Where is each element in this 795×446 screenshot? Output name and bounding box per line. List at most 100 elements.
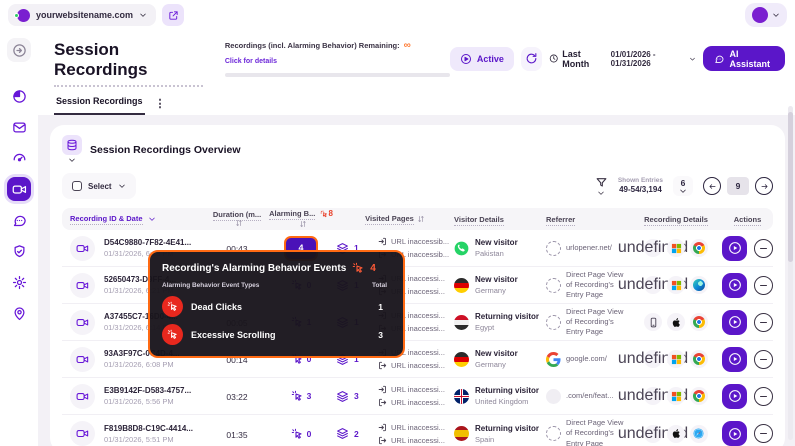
browser-icon-wrap: [690, 387, 708, 405]
account-menu[interactable]: [745, 3, 787, 27]
filter-button[interactable]: [595, 176, 608, 197]
select-toggle[interactable]: Select: [62, 173, 136, 199]
prev-page-button[interactable]: [703, 177, 721, 195]
recording-camera-icon: [70, 421, 95, 446]
exit-page-icon: [378, 398, 387, 407]
referrer-text[interactable]: urlopener.net/: [566, 243, 612, 253]
vertical-scrollbar[interactable]: [788, 106, 793, 440]
exit-page-url[interactable]: URL inaccessi...: [391, 436, 445, 445]
scrollbar-thumb[interactable]: [788, 112, 793, 262]
entry-page-url[interactable]: URL inaccessib...: [391, 237, 449, 246]
entry-page-icon: [378, 385, 387, 394]
sidebar-item-privacy[interactable]: [7, 239, 31, 263]
remove-recording-button[interactable]: [754, 350, 773, 369]
exit-page-url[interactable]: URL inaccessi...: [391, 398, 445, 407]
recording-id[interactable]: E3B9142F-D583-4757...: [104, 386, 208, 395]
sidebar-item-inbox[interactable]: [7, 115, 31, 139]
sidebar-item-behavior[interactable]: [7, 146, 31, 170]
col-recording-id[interactable]: Recording ID & Date: [70, 214, 208, 224]
col-visitor-details: Visitor Details: [454, 215, 546, 224]
alarming-event-row: Excessive Scrolling 3: [162, 324, 391, 345]
period-label: Last Month: [562, 49, 603, 69]
sidebar-item-collapse[interactable]: [7, 38, 31, 62]
table-header: Recording ID & Date Duration (m... Alarm…: [62, 208, 773, 230]
play-recording-button[interactable]: [722, 236, 747, 261]
ai-assistant-button[interactable]: AI Assistant: [703, 46, 785, 71]
entry-page-url[interactable]: URL inaccessi...: [391, 423, 445, 432]
play-recording-button[interactable]: [722, 273, 747, 298]
play-recording-button[interactable]: [722, 310, 747, 335]
app: yourwebsitename.com Session Recordings R…: [0, 0, 795, 446]
remove-recording-button[interactable]: [754, 276, 773, 295]
browser-icon-wrap: [690, 276, 708, 294]
sidebar-item-settings[interactable]: [7, 270, 31, 294]
alarming-count: 0: [307, 429, 312, 439]
safari-browser-icon: [693, 428, 705, 440]
table-view-icon[interactable]: [62, 135, 82, 155]
visitor-country: United Kingdom: [475, 397, 539, 406]
remove-recording-button[interactable]: [754, 387, 773, 406]
play-recording-button[interactable]: [722, 384, 747, 409]
kebab-menu-icon[interactable]: ⋮: [155, 97, 166, 115]
referrer-text[interactable]: Direct Page View of Recording's Entry Pa…: [566, 307, 630, 337]
sidebar-item-feedback[interactable]: [7, 208, 31, 232]
recording-camera-icon: [70, 273, 95, 298]
tab-session-recordings[interactable]: Session Recordings: [54, 96, 145, 115]
col-duration[interactable]: Duration (m...: [208, 210, 266, 229]
windows-os-icon: [667, 350, 685, 368]
referrer-text[interactable]: google.com/: [566, 354, 607, 364]
entry-page-url[interactable]: URL inaccessi...: [391, 385, 445, 394]
refresh-button[interactable]: [521, 47, 542, 71]
sidebar-item-session-recordings[interactable]: [7, 177, 31, 201]
alarming-behavior-icon: [291, 390, 303, 402]
remaining-progress-bar: [225, 73, 450, 77]
ai-assistant-label: AI Assistant: [730, 49, 775, 69]
recording-id[interactable]: F819B8D8-C19C-4414...: [104, 424, 208, 433]
referrer-text[interactable]: .com/en/feat...: [566, 391, 614, 401]
browser-icon-wrap: [690, 239, 708, 257]
remove-recording-button[interactable]: [754, 313, 773, 332]
visitor-type: Returning visitor: [475, 312, 539, 321]
exit-page-url[interactable]: URL inaccessi...: [391, 361, 445, 370]
browser-icon-wrap: [690, 313, 708, 331]
overview-title: Session Recordings Overview: [90, 144, 241, 156]
col-visited-pages[interactable]: Visited Pages: [336, 214, 454, 224]
recording-camera-icon: [70, 384, 95, 409]
remaining-value: ∞: [404, 42, 411, 49]
sidebar-item-visitor-location[interactable]: [7, 301, 31, 325]
page-size-select[interactable]: 6: [673, 176, 693, 197]
recording-id[interactable]: D54C9880-7F82-4E41...: [104, 238, 208, 247]
col-recording-details: Recording Details: [630, 215, 722, 224]
shown-entries-value: 49-54/3,194: [619, 186, 662, 194]
website-selector[interactable]: yourwebsitename.com: [8, 4, 156, 26]
page-header: Session Recordings Recordings (incl. Ala…: [38, 30, 795, 115]
period-selector[interactable]: Last Month: [549, 49, 604, 69]
play-circle-icon: [460, 53, 472, 65]
chevron-down-icon: [689, 55, 696, 63]
shown-entries: Shown Entries 49-54/3,194: [618, 178, 663, 195]
click-for-details-link[interactable]: Click for details: [225, 58, 277, 65]
chevron-down-icon: [772, 11, 780, 19]
tooltip-total-label: Total: [372, 282, 387, 289]
desktop-device-icon: undefined: [644, 425, 662, 443]
remove-recording-button[interactable]: [754, 239, 773, 258]
sidebar-item-analytics[interactable]: [7, 84, 31, 108]
play-recording-button[interactable]: [722, 347, 747, 372]
active-status-button[interactable]: Active: [450, 47, 514, 71]
browser-icon-wrap: [690, 350, 708, 368]
visited-pages-count: 2: [354, 429, 359, 439]
tooltip-title: Recording's Alarming Behavior Events: [162, 263, 346, 274]
remove-recording-button[interactable]: [754, 424, 773, 443]
duration: 03:22: [226, 392, 247, 402]
tooltip-count: 4: [370, 263, 376, 274]
website-favicon-icon: [17, 9, 30, 22]
visitor-country: Pakistan: [475, 249, 518, 258]
open-website-button[interactable]: [162, 4, 184, 26]
date-range-selector[interactable]: 01/01/2026 - 01/31/2026: [611, 50, 697, 68]
recording-row: E3B9142F-D583-4757... 01/31/2026, 5:56 P…: [62, 378, 773, 415]
refresh-icon: [525, 52, 538, 65]
col-alarming[interactable]: Alarming B... 8: [266, 209, 336, 228]
play-recording-button[interactable]: [722, 421, 747, 446]
select-checkbox[interactable]: [72, 181, 82, 191]
next-page-button[interactable]: [755, 177, 773, 195]
